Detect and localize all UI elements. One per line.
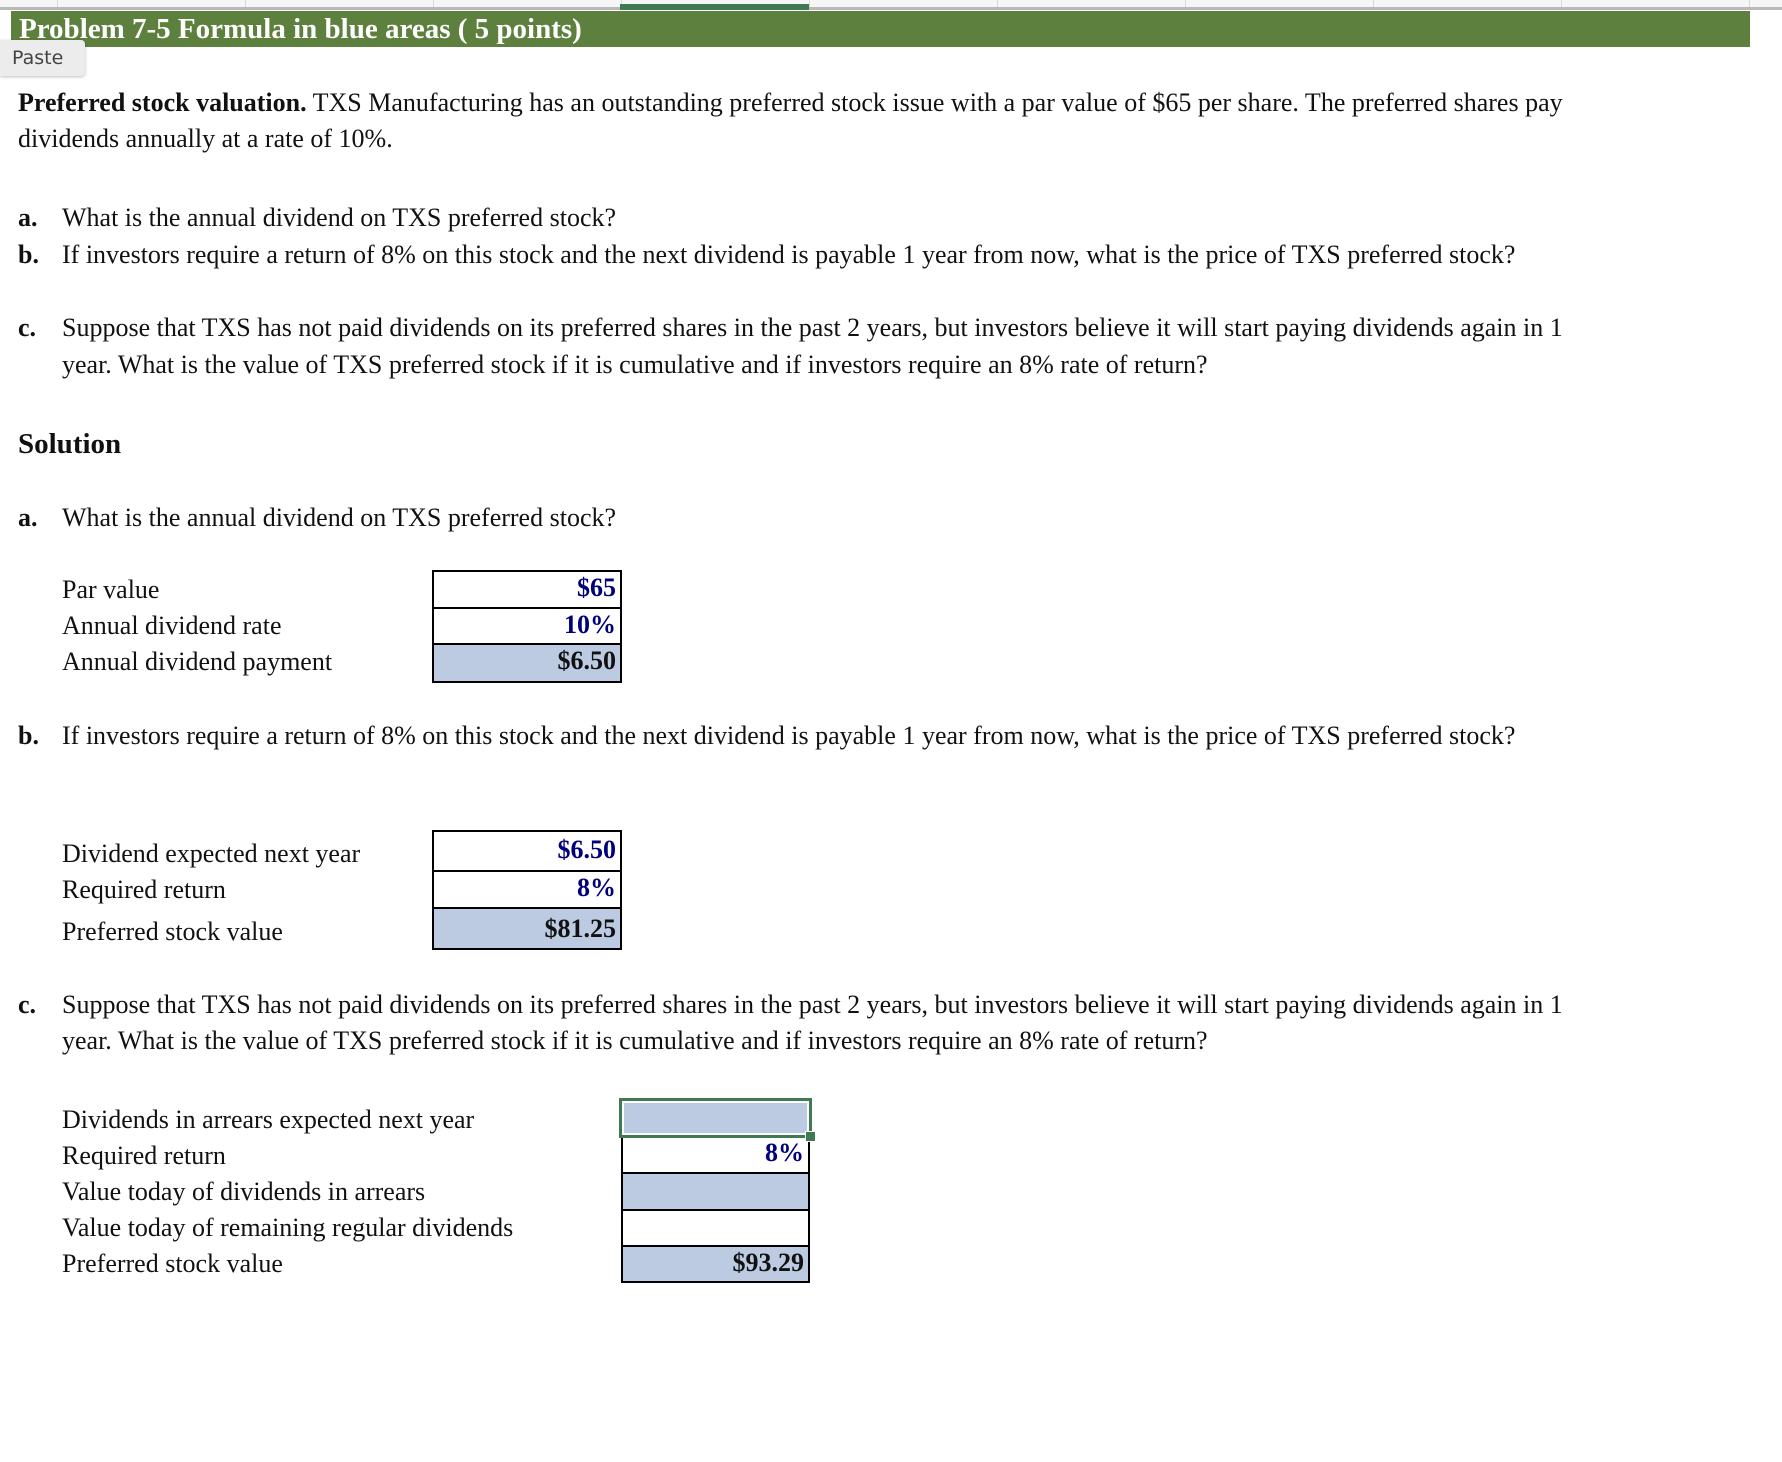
question-label: b. xyxy=(18,240,39,269)
row-label-preferred-stock-value: Preferred stock value xyxy=(62,917,283,946)
column-separator xyxy=(997,0,998,7)
cell-required-return[interactable]: 8% xyxy=(432,870,622,909)
column-separator xyxy=(433,0,434,7)
intro-text: TXS Manufacturing has an outstanding pre… xyxy=(306,88,1563,117)
question-text: What is the annual dividend on TXS prefe… xyxy=(62,503,617,532)
cell-dividend-expected-next-year[interactable]: $6.50 xyxy=(432,830,622,872)
row-label-dividends-in-arrears: Dividends in arrears expected next year xyxy=(62,1105,475,1134)
active-column-indicator xyxy=(620,4,809,10)
cell-dividends-in-arrears-selected[interactable] xyxy=(619,1098,812,1138)
row-label-value-today-arrears: Value today of dividends in arrears xyxy=(62,1177,426,1206)
row-label-annual-dividend-rate: Annual dividend rate xyxy=(62,611,282,640)
cell-value-today-regular[interactable] xyxy=(621,1209,810,1248)
question-text: year. What is the value of TXS preferred… xyxy=(62,1026,1208,1055)
cell-annual-dividend-rate[interactable]: 10% xyxy=(432,607,622,645)
intro-bold: Preferred stock valuation. xyxy=(18,88,307,117)
solution-heading: Solution xyxy=(18,428,122,460)
question-label: c. xyxy=(18,990,37,1019)
question-text: year. What is the value of TXS preferred… xyxy=(62,350,1208,379)
cell-preferred-stock-value-c[interactable]: $93.29 xyxy=(621,1245,810,1283)
cell-par-value[interactable]: $65 xyxy=(432,570,622,609)
question-text: If investors require a return of 8% on t… xyxy=(62,721,1516,750)
paste-button[interactable]: Paste xyxy=(0,40,85,76)
row-label-par-value: Par value xyxy=(62,575,160,604)
intro-line-2: dividends annually at a rate of 10%. xyxy=(18,124,393,153)
cell-required-return-c[interactable]: 8% xyxy=(621,1135,810,1174)
intro-line-1: Preferred stock valuation. TXS Manufactu… xyxy=(18,85,1563,121)
question-text: What is the annual dividend on TXS prefe… xyxy=(62,203,617,232)
question-label: a. xyxy=(18,503,38,532)
cell-value-today-arrears[interactable] xyxy=(621,1172,810,1211)
question-text: If investors require a return of 8% on t… xyxy=(62,240,1516,269)
row-label-required-return: Required return xyxy=(62,875,226,904)
column-separator xyxy=(57,0,58,7)
question-label: a. xyxy=(18,203,38,232)
question-text: Suppose that TXS has not paid dividends … xyxy=(62,990,1563,1019)
row-label-annual-dividend-payment: Annual dividend payment xyxy=(62,647,333,676)
question-text: Suppose that TXS has not paid dividends … xyxy=(62,313,1563,342)
question-label: c. xyxy=(18,313,37,342)
row-label-required-return-c: Required return xyxy=(62,1141,226,1170)
column-separator xyxy=(1185,0,1186,7)
row-label-value-today-regular: Value today of remaining regular dividen… xyxy=(62,1213,514,1242)
cell-annual-dividend-payment[interactable]: $6.50 xyxy=(432,643,622,683)
column-header-strip xyxy=(0,0,1782,10)
column-separator xyxy=(1749,0,1750,7)
fill-handle[interactable] xyxy=(805,1131,816,1142)
column-separator xyxy=(809,0,810,7)
column-separator xyxy=(1373,0,1374,7)
question-label: b. xyxy=(18,721,39,750)
column-separator xyxy=(1561,0,1562,7)
column-separator xyxy=(245,0,246,7)
cell-preferred-stock-value[interactable]: $81.25 xyxy=(432,907,622,950)
row-label-preferred-stock-value-c: Preferred stock value xyxy=(62,1249,283,1278)
row-label-dividend-expected-next-year: Dividend expected next year xyxy=(62,839,361,868)
problem-title-banner[interactable]: Problem 7-5 Formula in blue areas ( 5 po… xyxy=(11,11,1750,47)
